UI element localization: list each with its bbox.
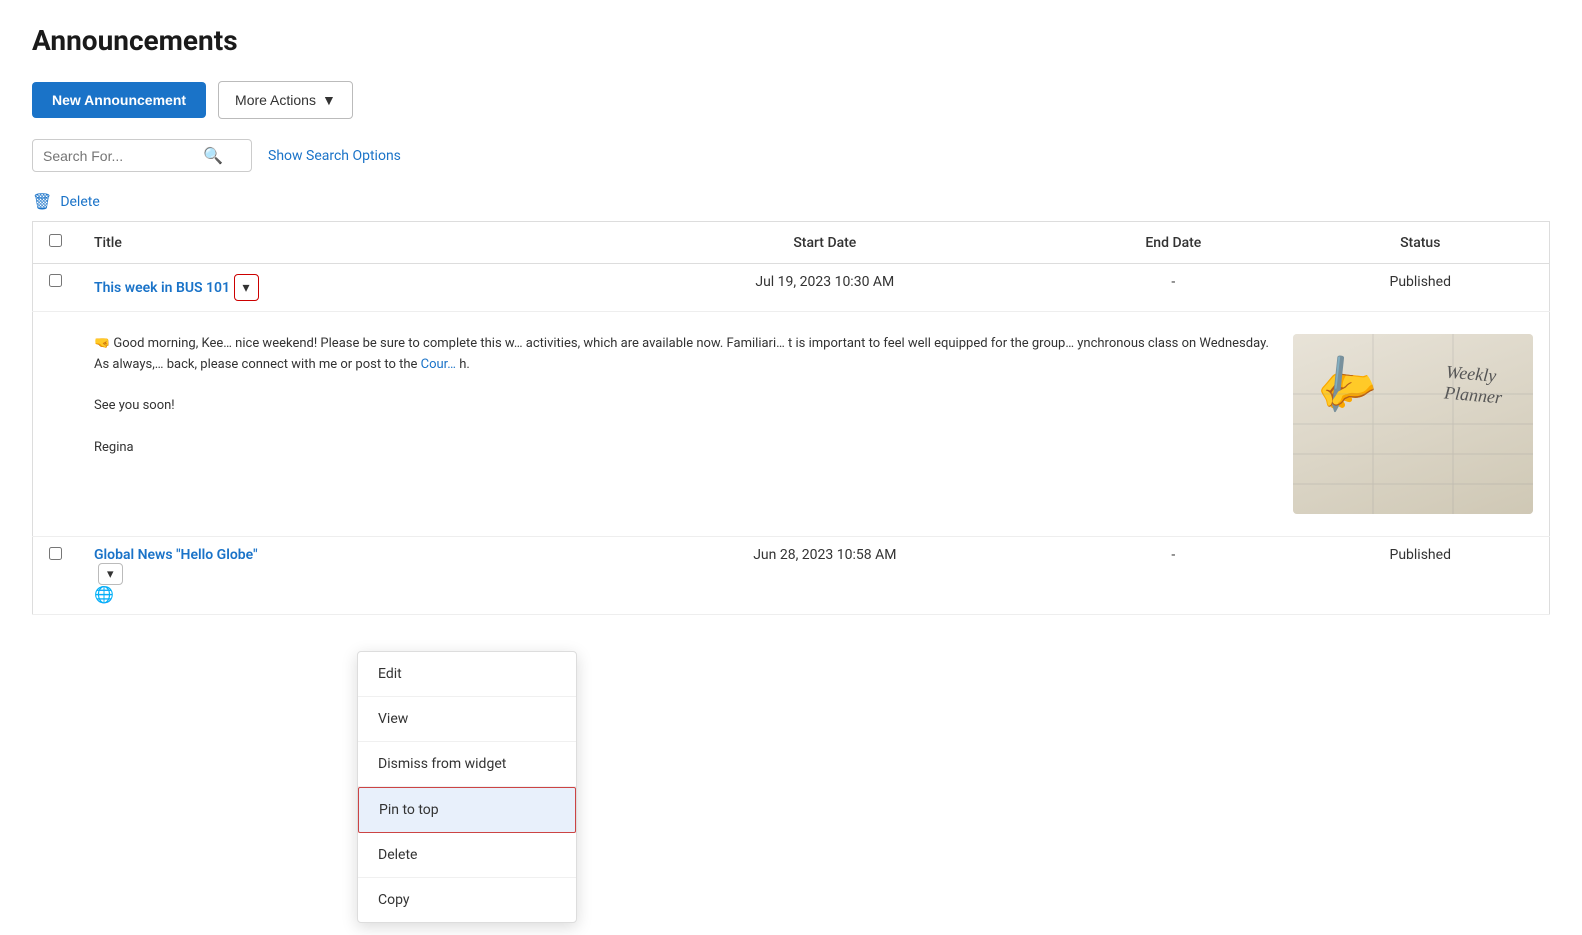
- preview-paragraph-3: Regina: [94, 438, 1273, 459]
- start-date-header: Start Date: [594, 222, 1055, 264]
- row1-end-date: -: [1055, 264, 1291, 312]
- table-row: Global News "Hello Globe" ▾ 🌐 Jun 28, 20…: [33, 537, 1550, 615]
- select-all-header: [33, 222, 79, 264]
- row1-start-date: Jul 19, 2023 10:30 AM: [594, 264, 1055, 312]
- dropdown-item-copy[interactable]: Copy: [358, 878, 576, 922]
- page-wrapper: Announcements New Announcement More Acti…: [0, 0, 1582, 935]
- status-header: Status: [1291, 222, 1549, 264]
- select-all-checkbox[interactable]: [49, 234, 62, 247]
- row2-status: Published: [1291, 537, 1549, 615]
- page-title: Announcements: [32, 24, 1550, 57]
- row2-checkbox[interactable]: [49, 547, 62, 560]
- row1-status: Published: [1291, 264, 1549, 312]
- preview-paragraph-2: See you soon!: [94, 396, 1273, 417]
- table-header-row: Title Start Date End Date Status: [33, 222, 1550, 264]
- dropdown-menu: Edit View Dismiss from widget Pin to top…: [357, 651, 577, 923]
- row2-end-date: -: [1055, 537, 1291, 615]
- end-date-header: End Date: [1055, 222, 1291, 264]
- dropdown-item-pin[interactable]: Pin to top: [358, 787, 576, 833]
- search-input[interactable]: [43, 148, 203, 164]
- dropdown-item-dismiss[interactable]: Dismiss from widget: [358, 742, 576, 787]
- search-icon: 🔍: [203, 146, 223, 165]
- preview-image: ✍️ WeeklyPlanner: [1293, 334, 1533, 514]
- row1-checkbox-cell: [33, 264, 79, 312]
- row1-title-cell: This week in BUS 101 ▾: [78, 264, 594, 312]
- row2-dropdown-button[interactable]: ▾: [98, 563, 123, 585]
- table-row: This week in BUS 101 ▾ Jul 19, 2023 10:3…: [33, 264, 1550, 312]
- row2-title-cell: Global News "Hello Globe" ▾ 🌐: [78, 537, 594, 615]
- row2-title-link[interactable]: Global News "Hello Globe": [94, 547, 258, 563]
- course-link[interactable]: Cour…: [421, 357, 456, 372]
- row1-checkbox[interactable]: [49, 274, 62, 287]
- row1-dropdown-button[interactable]: ▾: [234, 274, 259, 301]
- row2-checkbox-cell: [33, 537, 79, 615]
- dropdown-item-edit[interactable]: Edit: [358, 652, 576, 697]
- preview-text: 🤜 Good morning, Kee… nice weekend! Pleas…: [94, 334, 1273, 514]
- dropdown-item-delete[interactable]: Delete: [358, 833, 576, 878]
- delete-bar[interactable]: 🗑 Delete: [32, 192, 1550, 211]
- planner-grid: [1293, 334, 1533, 514]
- preview-content-cell: 🤜 Good morning, Kee… nice weekend! Pleas…: [78, 312, 1550, 537]
- preview-content: 🤜 Good morning, Kee… nice weekend! Pleas…: [94, 322, 1533, 526]
- new-announcement-button[interactable]: New Announcement: [32, 82, 206, 118]
- search-input-wrapper: 🔍: [32, 139, 252, 172]
- search-bar: 🔍 Show Search Options: [32, 139, 1550, 172]
- trash-icon: 🗑: [32, 192, 52, 211]
- dropdown-item-view[interactable]: View: [358, 697, 576, 742]
- more-actions-button[interactable]: More Actions ▼: [218, 81, 353, 119]
- delete-label: Delete: [60, 194, 99, 210]
- announcement-preview-row: 🤜 Good morning, Kee… nice weekend! Pleas…: [33, 312, 1550, 537]
- chevron-down-icon: ▼: [322, 92, 336, 108]
- preview-checkbox-cell: [33, 312, 79, 537]
- more-actions-label: More Actions: [235, 92, 316, 108]
- planner-background: ✍️ WeeklyPlanner: [1293, 334, 1533, 514]
- row2-start-date: Jun 28, 2023 10:58 AM: [594, 537, 1055, 615]
- globe-icon: 🌐: [94, 585, 114, 604]
- toolbar: New Announcement More Actions ▼: [32, 81, 1550, 119]
- show-search-options-link[interactable]: Show Search Options: [268, 148, 401, 164]
- preview-paragraph-1: 🤜 Good morning, Kee… nice weekend! Pleas…: [94, 334, 1273, 376]
- row1-title-link[interactable]: This week in BUS 101: [94, 280, 230, 296]
- title-header: Title: [78, 222, 594, 264]
- announcements-table: Title Start Date End Date Status This we…: [32, 221, 1550, 615]
